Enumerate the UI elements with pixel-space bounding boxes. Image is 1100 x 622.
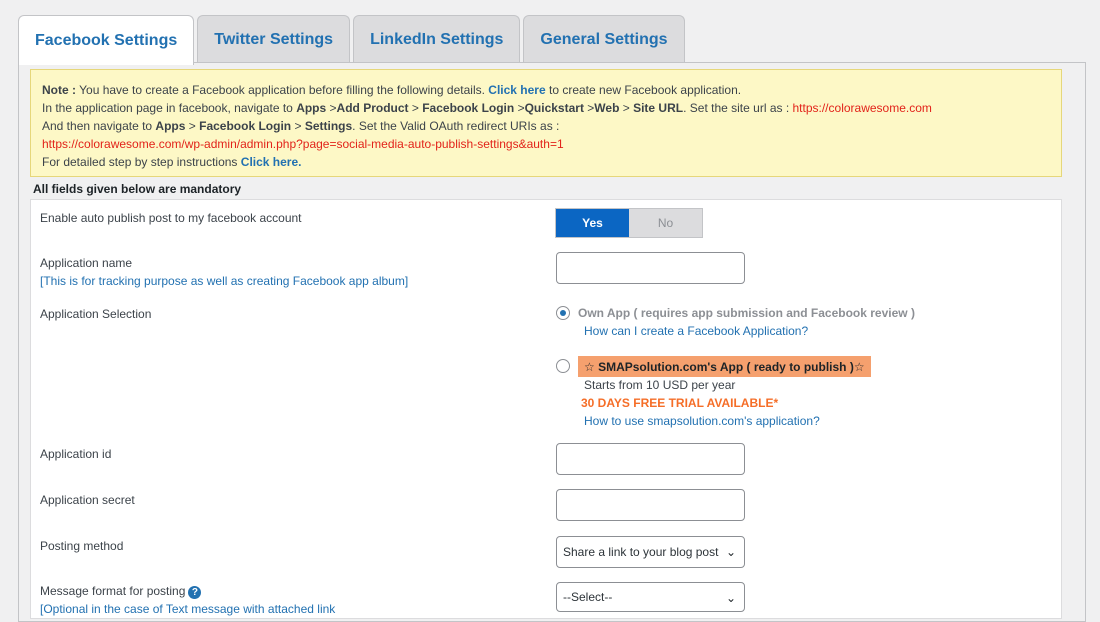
message-format-value: --Select--: [563, 590, 613, 604]
mandatory-fields-heading: All fields given below are mandatory: [33, 182, 242, 196]
application-name-hint: [This is for tracking purpose as well as…: [40, 274, 409, 288]
create-facebook-app-link[interactable]: How can I create a Facebook Application?: [584, 324, 808, 338]
application-name-label: Application name: [40, 256, 133, 270]
application-id-label: Application id: [40, 447, 112, 461]
settings-tabs: Facebook Settings Twitter Settings Linke…: [18, 15, 685, 65]
note-heading: Note :: [42, 83, 76, 97]
application-secret-label: Application secret: [40, 493, 135, 507]
create-app-link[interactable]: Click here: [488, 83, 545, 97]
application-secret-input[interactable]: [556, 489, 745, 521]
message-format-select[interactable]: --Select-- ⌄: [556, 582, 745, 612]
help-icon[interactable]: ?: [188, 586, 202, 599]
posting-method-value: Share a link to your blog post: [563, 545, 719, 559]
smap-app-badge: ☆ SMAPsolution.com's App ( ready to publ…: [578, 356, 871, 377]
auto-publish-toggle: Yes No: [555, 208, 703, 238]
application-name-input[interactable]: [556, 252, 745, 284]
smap-app-radio[interactable]: [556, 359, 570, 373]
tab-facebook-settings[interactable]: Facebook Settings: [18, 15, 195, 65]
posting-method-select[interactable]: Share a link to your blog post ⌄: [556, 536, 745, 568]
toggle-yes-button[interactable]: Yes: [556, 209, 629, 237]
application-id-input[interactable]: [556, 443, 745, 475]
own-app-label: Own App ( requires app submission and Fa…: [578, 306, 915, 320]
tab-linkedin-settings[interactable]: LinkedIn Settings: [353, 15, 521, 63]
tab-general-settings[interactable]: General Settings: [523, 15, 685, 63]
site-url: https://colorawesome.com: [792, 101, 932, 115]
oauth-redirect-url: https://colorawesome.com/wp-admin/admin.…: [42, 137, 564, 151]
smap-price-text: Starts from 10 USD per year: [584, 378, 736, 392]
toggle-no-button[interactable]: No: [629, 209, 702, 237]
facebook-note-box: Note : You have to create a Facebook app…: [30, 69, 1062, 177]
tab-twitter-settings[interactable]: Twitter Settings: [197, 15, 351, 63]
application-selection-label: Application Selection: [40, 307, 152, 321]
smap-howto-link[interactable]: How to use smapsolution.com's applicatio…: [584, 414, 820, 428]
enable-auto-publish-label: Enable auto publish post to my facebook …: [40, 211, 302, 225]
facebook-settings-form: [30, 199, 1062, 619]
chevron-down-icon: ⌄: [725, 545, 736, 559]
own-app-radio[interactable]: [556, 306, 570, 320]
posting-method-label: Posting method: [40, 539, 124, 553]
instructions-link[interactable]: Click here.: [241, 155, 302, 169]
chevron-down-icon: ⌄: [725, 591, 736, 605]
message-format-label: Message format for posting?: [40, 584, 202, 599]
smap-trial-text: 30 DAYS FREE TRIAL AVAILABLE*: [581, 396, 779, 410]
